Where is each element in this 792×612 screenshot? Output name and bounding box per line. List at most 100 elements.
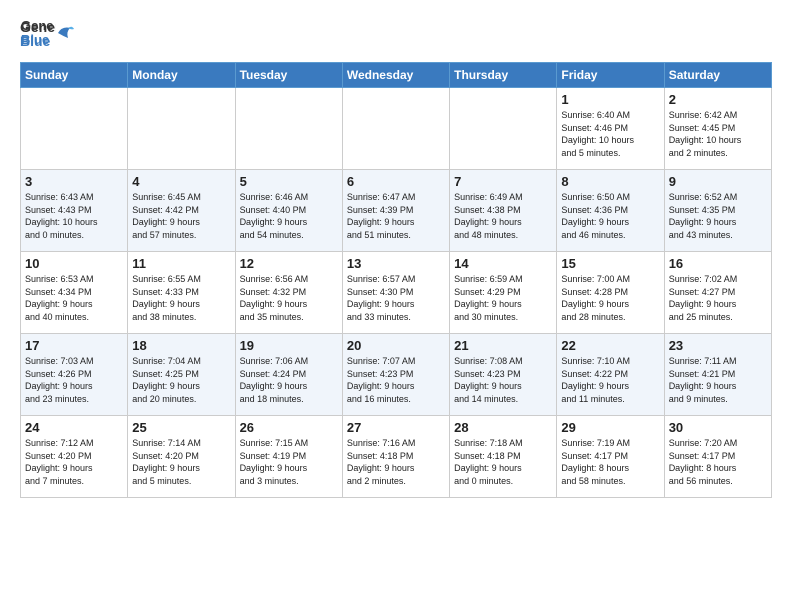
week-row-5: 24 Sunrise: 7:12 AM Sunset: 4:20 PM Dayli…	[21, 416, 772, 498]
day-info: Sunrise: 6:52 AM Sunset: 4:35 PM Dayligh…	[669, 191, 767, 241]
day-info: Sunrise: 6:43 AM Sunset: 4:43 PM Dayligh…	[25, 191, 123, 241]
day-info: Sunrise: 6:40 AM Sunset: 4:46 PM Dayligh…	[561, 109, 659, 159]
day-cell: 2Sunrise: 6:42 AM Sunset: 4:45 PM Daylig…	[664, 88, 771, 170]
week-row-4: 17 Sunrise: 7:03 AM Sunset: 4:26 PM Dayli…	[21, 334, 772, 416]
day-info: Sunrise: 7:07 AM Sunset: 4:23 PM Dayligh…	[347, 355, 445, 405]
day-cell	[21, 88, 128, 170]
day-cell: 29Sunrise: 7:19 AM Sunset: 4:17 PM Dayli…	[557, 416, 664, 498]
day-number: 4	[132, 174, 230, 189]
day-number: 25	[132, 420, 230, 435]
header-cell-wednesday: Wednesday	[342, 63, 449, 88]
day-info: Sunrise: 6:47 AM Sunset: 4:39 PM Dayligh…	[347, 191, 445, 241]
day-cell: 6 Sunrise: 6:47 AM Sunset: 4:39 PM Daylig…	[342, 170, 449, 252]
day-info: Sunrise: 7:08 AM Sunset: 4:23 PM Dayligh…	[454, 355, 552, 405]
day-cell: 11 Sunrise: 6:55 AM Sunset: 4:33 PM Dayli…	[128, 252, 235, 334]
day-cell: 14Sunrise: 6:59 AM Sunset: 4:29 PM Dayli…	[450, 252, 557, 334]
day-number: 29	[561, 420, 659, 435]
logo: General Blue	[20, 16, 74, 50]
day-cell: 1 Sunrise: 6:40 AM Sunset: 4:46 PM Daylig…	[557, 88, 664, 170]
day-cell: 3 Sunrise: 6:43 AM Sunset: 4:43 PM Daylig…	[21, 170, 128, 252]
calendar-table: SundayMondayTuesdayWednesdayThursdayFrid…	[20, 62, 772, 498]
day-cell: 24 Sunrise: 7:12 AM Sunset: 4:20 PM Dayli…	[21, 416, 128, 498]
header-cell-thursday: Thursday	[450, 63, 557, 88]
day-cell: 23 Sunrise: 7:11 AM Sunset: 4:21 PM Dayli…	[664, 334, 771, 416]
day-info: Sunrise: 6:42 AM Sunset: 4:45 PM Dayligh…	[669, 109, 767, 159]
day-number: 6	[347, 174, 445, 189]
day-number: 24	[25, 420, 123, 435]
day-number: 10	[25, 256, 123, 271]
day-info: Sunrise: 7:20 AM Sunset: 4:17 PM Dayligh…	[669, 437, 767, 487]
day-number: 23	[669, 338, 767, 353]
day-number: 28	[454, 420, 552, 435]
day-number: 21	[454, 338, 552, 353]
day-number: 3	[25, 174, 123, 189]
day-info: Sunrise: 7:03 AM Sunset: 4:26 PM Dayligh…	[25, 355, 123, 405]
header: General Blue	[20, 16, 772, 52]
header-cell-friday: Friday	[557, 63, 664, 88]
day-number: 27	[347, 420, 445, 435]
page: General Blue SundayMondayTuesdayWednesda…	[0, 0, 792, 508]
day-number: 8	[561, 174, 659, 189]
header-cell-sunday: Sunday	[21, 63, 128, 88]
day-info: Sunrise: 6:45 AM Sunset: 4:42 PM Dayligh…	[132, 191, 230, 241]
day-cell: 17 Sunrise: 7:03 AM Sunset: 4:26 PM Dayli…	[21, 334, 128, 416]
day-number: 5	[240, 174, 338, 189]
day-number: 18	[132, 338, 230, 353]
week-row-3: 10Sunrise: 6:53 AM Sunset: 4:34 PM Dayli…	[21, 252, 772, 334]
day-info: Sunrise: 7:06 AM Sunset: 4:24 PM Dayligh…	[240, 355, 338, 405]
day-number: 12	[240, 256, 338, 271]
day-cell: 16 Sunrise: 7:02 AM Sunset: 4:27 PM Dayli…	[664, 252, 771, 334]
day-number: 20	[347, 338, 445, 353]
day-number: 22	[561, 338, 659, 353]
header-row: SundayMondayTuesdayWednesdayThursdayFrid…	[21, 63, 772, 88]
day-cell	[342, 88, 449, 170]
logo-bird-icon	[56, 24, 74, 42]
day-cell	[128, 88, 235, 170]
day-number: 14	[454, 256, 552, 271]
day-info: Sunrise: 6:50 AM Sunset: 4:36 PM Dayligh…	[561, 191, 659, 241]
week-row-2: 3 Sunrise: 6:43 AM Sunset: 4:43 PM Daylig…	[21, 170, 772, 252]
day-cell: 10Sunrise: 6:53 AM Sunset: 4:34 PM Dayli…	[21, 252, 128, 334]
day-number: 19	[240, 338, 338, 353]
day-number: 16	[669, 256, 767, 271]
day-cell: 25 Sunrise: 7:14 AM Sunset: 4:20 PM Dayli…	[128, 416, 235, 498]
day-cell: 22 Sunrise: 7:10 AM Sunset: 4:22 PM Dayli…	[557, 334, 664, 416]
logo-svg: General Blue	[20, 16, 54, 50]
day-cell: 4 Sunrise: 6:45 AM Sunset: 4:42 PM Daylig…	[128, 170, 235, 252]
day-cell: 18 Sunrise: 7:04 AM Sunset: 4:25 PM Dayli…	[128, 334, 235, 416]
day-info: Sunrise: 7:11 AM Sunset: 4:21 PM Dayligh…	[669, 355, 767, 405]
day-info: Sunrise: 6:46 AM Sunset: 4:40 PM Dayligh…	[240, 191, 338, 241]
day-cell: 28 Sunrise: 7:18 AM Sunset: 4:18 PM Dayli…	[450, 416, 557, 498]
day-number: 11	[132, 256, 230, 271]
day-info: Sunrise: 7:16 AM Sunset: 4:18 PM Dayligh…	[347, 437, 445, 487]
day-info: Sunrise: 7:18 AM Sunset: 4:18 PM Dayligh…	[454, 437, 552, 487]
day-number: 15	[561, 256, 659, 271]
day-cell: 13Sunrise: 6:57 AM Sunset: 4:30 PM Dayli…	[342, 252, 449, 334]
day-number: 17	[25, 338, 123, 353]
logo-blue: Blue	[21, 32, 49, 47]
day-cell: 20 Sunrise: 7:07 AM Sunset: 4:23 PM Dayli…	[342, 334, 449, 416]
day-cell: 27 Sunrise: 7:16 AM Sunset: 4:18 PM Dayli…	[342, 416, 449, 498]
day-info: Sunrise: 7:14 AM Sunset: 4:20 PM Dayligh…	[132, 437, 230, 487]
day-number: 1	[561, 92, 659, 107]
day-info: Sunrise: 6:56 AM Sunset: 4:32 PM Dayligh…	[240, 273, 338, 323]
day-number: 13	[347, 256, 445, 271]
day-number: 7	[454, 174, 552, 189]
day-number: 9	[669, 174, 767, 189]
day-info: Sunrise: 7:02 AM Sunset: 4:27 PM Dayligh…	[669, 273, 767, 323]
day-info: Sunrise: 7:12 AM Sunset: 4:20 PM Dayligh…	[25, 437, 123, 487]
day-cell: 19 Sunrise: 7:06 AM Sunset: 4:24 PM Dayli…	[235, 334, 342, 416]
header-cell-monday: Monday	[128, 63, 235, 88]
day-cell	[235, 88, 342, 170]
day-cell: 30 Sunrise: 7:20 AM Sunset: 4:17 PM Dayli…	[664, 416, 771, 498]
day-info: Sunrise: 7:04 AM Sunset: 4:25 PM Dayligh…	[132, 355, 230, 405]
day-info: Sunrise: 7:10 AM Sunset: 4:22 PM Dayligh…	[561, 355, 659, 405]
day-info: Sunrise: 6:49 AM Sunset: 4:38 PM Dayligh…	[454, 191, 552, 241]
day-cell: 26Sunrise: 7:15 AM Sunset: 4:19 PM Dayli…	[235, 416, 342, 498]
day-cell: 7 Sunrise: 6:49 AM Sunset: 4:38 PM Daylig…	[450, 170, 557, 252]
day-info: Sunrise: 6:55 AM Sunset: 4:33 PM Dayligh…	[132, 273, 230, 323]
day-number: 30	[669, 420, 767, 435]
header-cell-tuesday: Tuesday	[235, 63, 342, 88]
day-cell: 9 Sunrise: 6:52 AM Sunset: 4:35 PM Daylig…	[664, 170, 771, 252]
day-info: Sunrise: 7:15 AM Sunset: 4:19 PM Dayligh…	[240, 437, 338, 487]
